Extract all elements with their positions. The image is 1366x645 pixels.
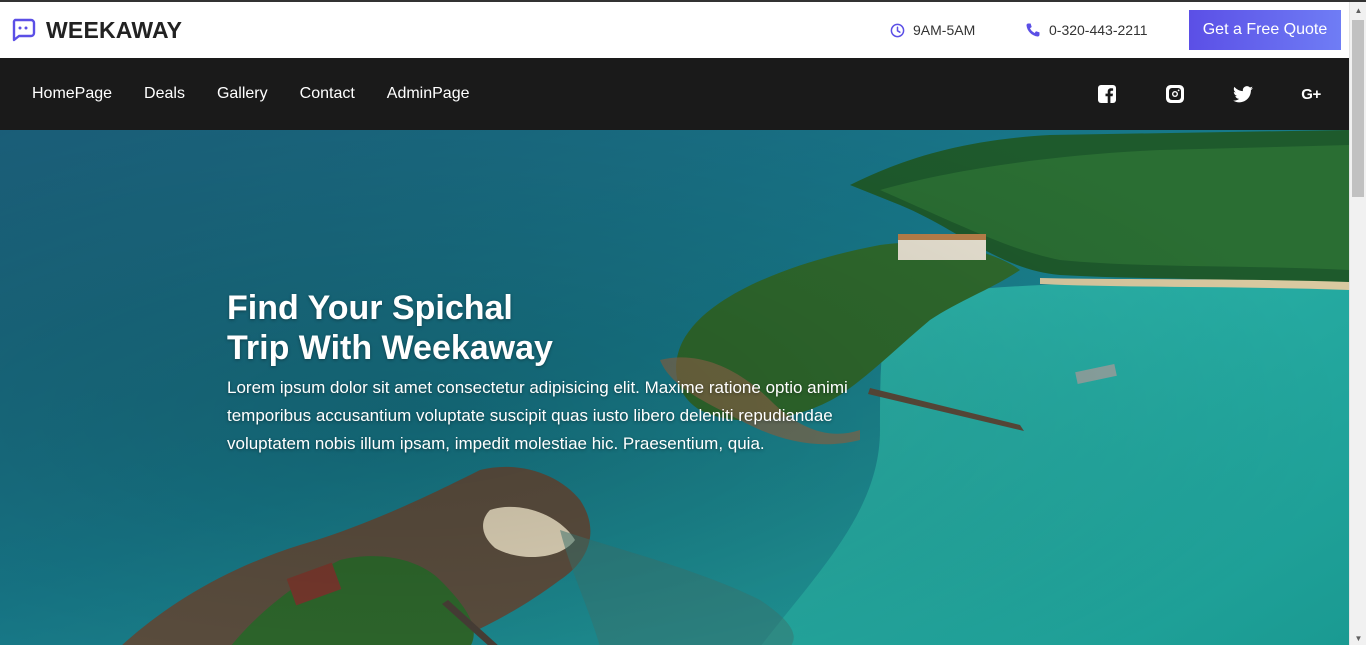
page: WEEKAWAY 9AM-5AM 0-320-443-2211 Get a Fr… [0, 0, 1366, 645]
get-quote-button[interactable]: Get a Free Quote [1189, 10, 1341, 50]
phone-text: 0-320-443-2211 [1049, 22, 1148, 38]
nav-link-homepage[interactable]: HomePage [32, 85, 112, 103]
brand-name: WEEKAWAY [46, 16, 183, 43]
twitter-icon[interactable] [1232, 83, 1254, 105]
hero-title: Find Your Spichal Trip With Weekaway [227, 288, 857, 368]
hours-text: 9AM-5AM [913, 22, 976, 38]
facebook-icon[interactable] [1096, 83, 1118, 105]
hero-title-line-2: Trip With Weekaway [227, 329, 553, 367]
instagram-icon[interactable] [1164, 83, 1186, 105]
business-hours: 9AM-5AM [890, 2, 975, 58]
scroll-up-arrow-icon[interactable]: ▲ [1350, 2, 1366, 19]
google-plus-icon[interactable]: G+ [1300, 83, 1322, 105]
hero-description: Lorem ipsum dolor sit amet consectetur a… [227, 378, 848, 453]
google-plus-label: G+ [1301, 85, 1321, 103]
hero-section: Find Your Spichal Trip With Weekaway Lor… [0, 130, 1349, 645]
phone-contact[interactable]: 0-320-443-2211 [1025, 2, 1148, 58]
clock-icon [890, 23, 905, 37]
chat-bubble-logo-icon [10, 18, 36, 42]
scroll-down-arrow-icon[interactable]: ▼ [1350, 630, 1366, 645]
nav-link-deals[interactable]: Deals [144, 85, 185, 103]
nav-link-gallery[interactable]: Gallery [217, 85, 268, 103]
nav-links: HomePage Deals Gallery Contact AdminPage [32, 58, 502, 130]
nav-link-contact[interactable]: Contact [300, 85, 355, 103]
phone-icon [1026, 23, 1040, 37]
nav-link-adminpage[interactable]: AdminPage [387, 85, 470, 103]
hero-title-line-1: Find Your Spichal [227, 289, 513, 327]
hero-content: Find Your Spichal Trip With Weekaway Lor… [227, 288, 857, 458]
main-navbar: HomePage Deals Gallery Contact AdminPage [0, 58, 1349, 130]
page-scrollbar[interactable]: ▲ ▼ [1349, 2, 1366, 645]
brand[interactable]: WEEKAWAY [10, 17, 182, 44]
top-header: WEEKAWAY 9AM-5AM 0-320-443-2211 Get a Fr… [0, 2, 1349, 58]
scrollbar-thumb[interactable] [1352, 20, 1364, 197]
social-links: G+ [1096, 58, 1322, 130]
